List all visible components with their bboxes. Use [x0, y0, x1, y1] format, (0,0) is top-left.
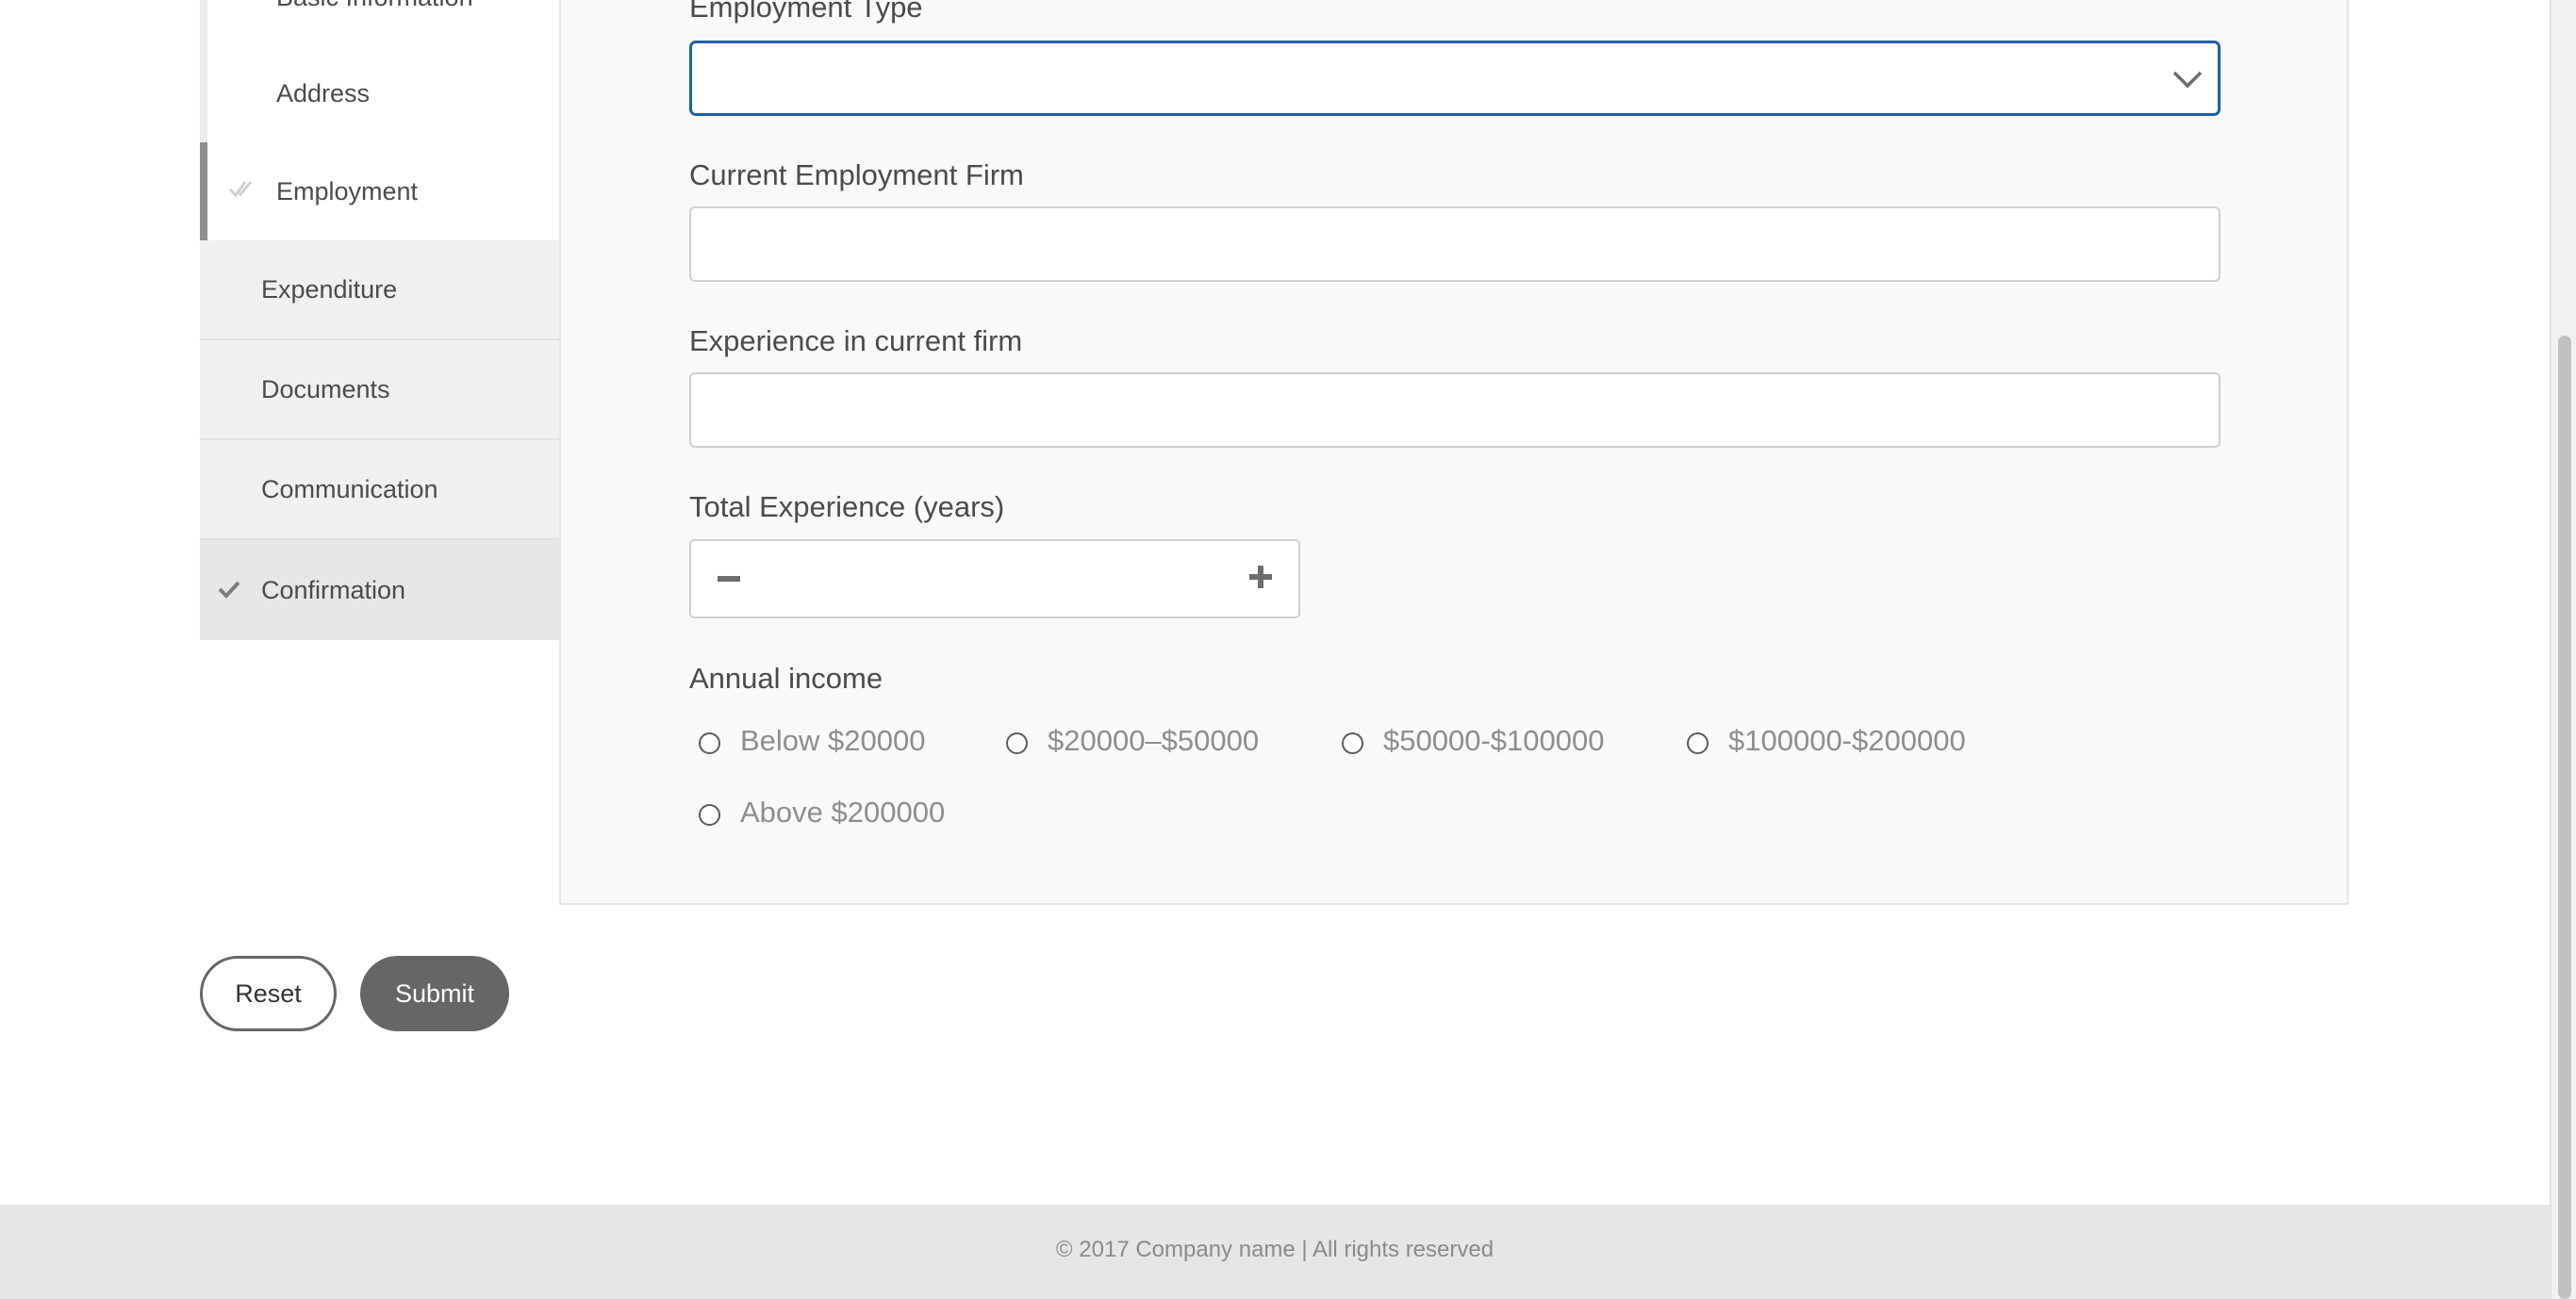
radio-label: $100000-$200000 — [1728, 724, 1966, 757]
sidebar-item-address[interactable]: Address — [200, 44, 559, 142]
decrement-button[interactable] — [691, 541, 767, 617]
radio-above-200000[interactable]: Above $200000 — [699, 796, 945, 830]
sidebar-item-label: Confirmation — [261, 575, 406, 604]
radio-button[interactable] — [699, 803, 720, 826]
current-firm-input[interactable] — [689, 206, 2221, 282]
radio-button[interactable] — [1006, 732, 1028, 754]
check-icon — [228, 178, 253, 199]
plus-icon — [1249, 565, 1272, 593]
employment-form-panel: Employment Type Current Employment Firm … — [559, 0, 2349, 905]
sidebar-item-confirmation[interactable]: Confirmation — [200, 540, 559, 640]
sidebar-item-communication[interactable]: Communication — [200, 440, 559, 540]
sidebar-item-documents[interactable]: Documents — [200, 340, 559, 440]
minus-icon — [718, 570, 740, 587]
radio-label: $50000-$100000 — [1383, 724, 1605, 757]
sidebar-item-label: Basic Information — [276, 0, 473, 12]
employment-type-label: Employment Type — [689, 0, 923, 24]
sidebar-item-employment[interactable]: Employment — [200, 142, 559, 240]
current-firm-label: Current Employment Firm — [689, 158, 1024, 191]
total-experience-stepper — [689, 539, 1300, 618]
total-experience-input[interactable] — [767, 541, 1223, 618]
scrollbar-thumb[interactable] — [2558, 336, 2571, 1299]
radio-below-20000[interactable]: Below $20000 — [699, 724, 926, 758]
radio-20000-50000[interactable]: $20000–$50000 — [1006, 724, 1259, 758]
radio-100000-200000[interactable]: $100000-$200000 — [1687, 724, 1966, 758]
radio-button[interactable] — [699, 732, 720, 754]
radio-label: $20000–$50000 — [1048, 724, 1260, 757]
sidebar-item-label: Communication — [261, 474, 438, 503]
annual-income-label: Annual income — [689, 662, 883, 695]
radio-button[interactable] — [1687, 732, 1709, 754]
wizard-sidenav: Basic Information Address Employment Exp… — [200, 0, 559, 640]
submit-button[interactable]: Submit — [360, 956, 509, 1031]
sidebar-item-label: Documents — [261, 374, 390, 403]
sidebar-item-basic-information[interactable]: Basic Information — [200, 0, 559, 44]
check-icon — [217, 579, 241, 600]
radio-50000-100000[interactable]: $50000-$100000 — [1342, 724, 1604, 758]
experience-current-input[interactable] — [689, 372, 2221, 448]
chevron-down-icon — [2171, 64, 2204, 92]
copyright-text: © 2017 Company name | All rights reserve… — [1055, 1237, 1494, 1262]
radio-button[interactable] — [1342, 732, 1363, 754]
sidebar-item-expenditure[interactable]: Expenditure — [200, 240, 559, 340]
increment-button[interactable] — [1223, 541, 1298, 617]
page: Basic Information Address Employment Exp… — [0, 0, 2576, 1299]
sidebar-item-label: Employment — [276, 176, 419, 206]
total-experience-label: Total Experience (years) — [689, 490, 1005, 523]
radio-label: Below $20000 — [740, 724, 926, 757]
vertical-scrollbar[interactable] — [2550, 0, 2576, 1299]
radio-label: Above $200000 — [740, 796, 946, 829]
page-footer: © 2017 Company name | All rights reserve… — [0, 1205, 2550, 1299]
experience-current-label: Experience in current firm — [689, 324, 1023, 357]
sidebar-item-label: Address — [276, 78, 371, 107]
reset-button[interactable]: Reset — [200, 956, 337, 1031]
employment-type-select[interactable] — [689, 41, 2221, 116]
sidebar-item-label: Expenditure — [261, 274, 398, 304]
